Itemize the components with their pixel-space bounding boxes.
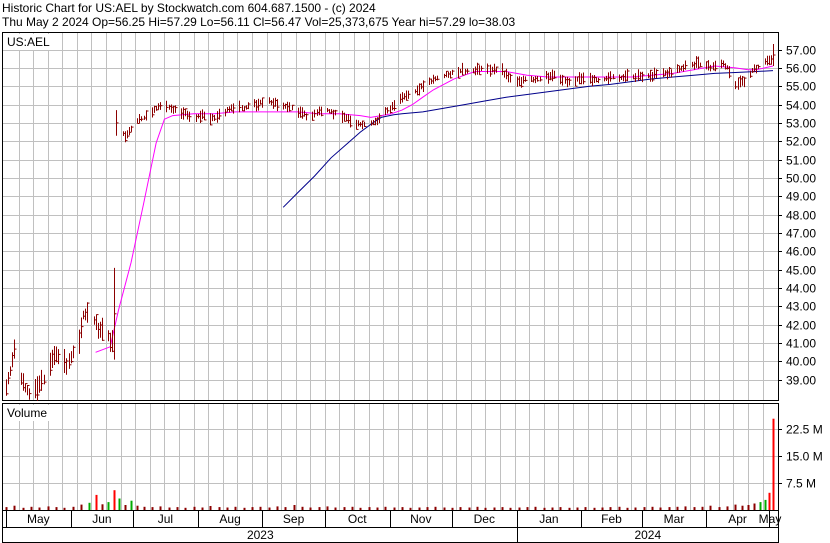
price-tick-label: 46.00 — [786, 245, 816, 259]
month-label: Nov — [410, 512, 431, 526]
price-tick-label: 43.00 — [786, 300, 816, 314]
year-label: 2023 — [247, 528, 274, 542]
month-label: May — [759, 512, 782, 526]
price-tick-label: 44.00 — [786, 282, 816, 296]
price-tick-label: 48.00 — [786, 209, 816, 223]
price-axis: 39.00 40.00 41.00 42.00 43.00 44.00 45.00 46.00… — [778, 44, 816, 388]
price-tick-label: 57.00 — [786, 44, 816, 58]
volume-label: Volume — [7, 406, 47, 420]
volume-tick-label: 15.0 M — [786, 450, 823, 464]
stock-chart: 39.00 40.00 41.00 42.00 43.00 44.00 45.00 46.00… — [2, 32, 823, 543]
month-label: Aug — [219, 512, 240, 526]
month-label: Oct — [348, 512, 367, 526]
price-tick-label: 42.00 — [786, 319, 816, 333]
price-tick-label: 54.00 — [786, 99, 816, 113]
price-tick-label: 53.00 — [786, 117, 816, 131]
volume-axis: 7.5 M 15.0 M 22.5 M — [778, 423, 823, 491]
price-tick-label: 55.00 — [786, 80, 816, 94]
chart-page: Historic Chart for US:AEL by Stockwatch.… — [0, 0, 830, 543]
price-tick-label: 47.00 — [786, 227, 816, 241]
month-label: Jan — [539, 512, 558, 526]
price-tick-label: 52.00 — [786, 135, 816, 149]
price-tick-label: 40.00 — [786, 355, 816, 369]
month-label: Sep — [283, 512, 305, 526]
month-label: May — [27, 512, 50, 526]
month-label: Jul — [158, 512, 173, 526]
price-tick-label: 50.00 — [786, 172, 816, 186]
month-label: Mar — [664, 512, 685, 526]
price-tick-label: 41.00 — [786, 337, 816, 351]
price-tick-label: 49.00 — [786, 190, 816, 204]
price-panel-frame — [2, 32, 779, 401]
month-label: Dec — [474, 512, 495, 526]
volume-tick-label: 7.5 M — [786, 477, 816, 491]
month-label: Jun — [92, 512, 111, 526]
price-tick-label: 45.00 — [786, 264, 816, 278]
month-label: Feb — [601, 512, 622, 526]
symbol-label: US:AEL — [7, 35, 50, 49]
year-label: 2024 — [634, 528, 661, 542]
volume-tick-label: 22.5 M — [786, 423, 823, 437]
price-tick-label: 39.00 — [786, 374, 816, 388]
price-tick-label: 56.00 — [786, 62, 816, 76]
price-tick-label: 51.00 — [786, 154, 816, 168]
month-label: Apr — [728, 512, 747, 526]
